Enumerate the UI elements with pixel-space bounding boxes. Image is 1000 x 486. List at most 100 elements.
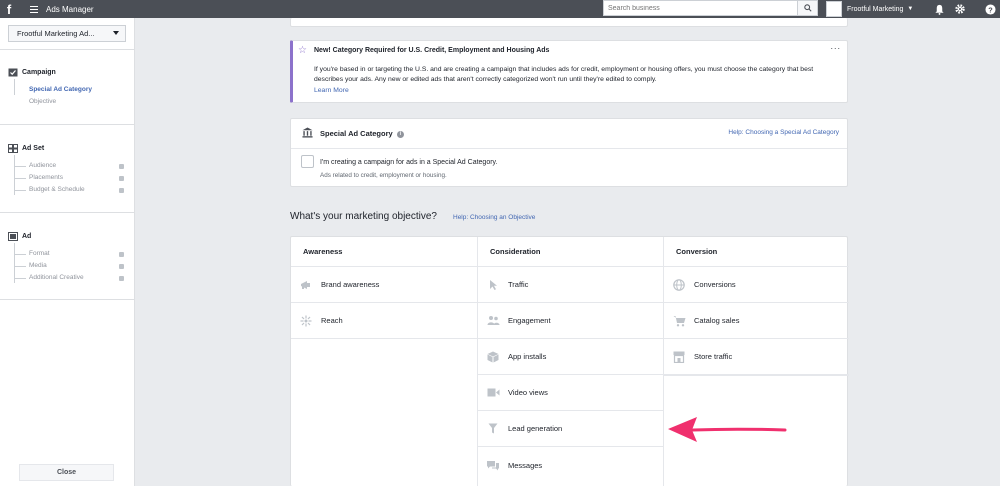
consideration-column: Consideration Traffic Engagement App ins… (477, 237, 663, 486)
notifications-button[interactable] (932, 2, 946, 16)
objective-video-views[interactable]: Video views (478, 375, 663, 411)
help-special-ad-category-link[interactable]: Help: Choosing a Special Ad Category (728, 129, 839, 136)
sidebar: Frootful Marketing Ad... Campaign Specia… (0, 18, 135, 486)
question-icon: ? (984, 3, 996, 15)
objective-reach[interactable]: Reach (291, 303, 477, 339)
sidebar-section-ad-set[interactable]: Ad Set (8, 144, 44, 153)
video-icon (486, 386, 500, 400)
special-ad-category-title: Special Ad Category i (320, 129, 404, 138)
column-divider (664, 375, 849, 376)
sidebar-item-objective[interactable]: Objective (29, 98, 56, 105)
ad-set-icon (8, 144, 18, 153)
column-header-awareness: Awareness (291, 237, 477, 267)
box-icon (486, 350, 500, 364)
notice-body: If you're based in or targeting the U.S.… (314, 66, 814, 83)
sidebar-item-media: Media (29, 262, 47, 269)
lock-icon (119, 252, 124, 257)
store-icon (672, 350, 686, 364)
funnel-icon (486, 422, 500, 436)
previous-card (290, 18, 848, 27)
divider (0, 124, 135, 125)
chevron-down-icon: ▼ (907, 6, 914, 12)
info-icon[interactable]: i (396, 130, 404, 138)
sidebar-section-label: Ad (22, 233, 32, 240)
objective-label: Conversions (694, 280, 736, 289)
lock-icon (119, 264, 124, 269)
objective-store-traffic[interactable]: Store traffic (664, 339, 849, 375)
lock-icon (119, 176, 124, 181)
objective-label: Lead generation (508, 424, 563, 433)
objective-catalog-sales[interactable]: Catalog sales (664, 303, 849, 339)
lock-icon (119, 164, 124, 169)
objective-label: Reach (321, 316, 343, 325)
objective-label: Store traffic (694, 352, 733, 361)
objective-brand-awareness[interactable]: Brand awareness (291, 267, 477, 303)
sidebar-item-special-ad-category[interactable]: Special Ad Category (29, 86, 92, 93)
tree-line (14, 155, 15, 195)
special-ad-category-checkbox-label[interactable]: I'm creating a campaign for ads in a Spe… (320, 159, 497, 166)
objective-label: Catalog sales (694, 316, 740, 325)
megaphone-icon (299, 278, 313, 292)
objective-app-installs[interactable]: App installs (478, 339, 663, 375)
objective-lead-generation[interactable]: Lead generation (478, 411, 663, 447)
help-button[interactable]: ? (983, 2, 997, 16)
cart-icon (672, 314, 686, 328)
ad-account-select-label: Frootful Marketing Ad... (17, 29, 95, 38)
cursor-icon (486, 278, 500, 292)
svg-text:?: ? (988, 5, 993, 14)
sidebar-section-label: Ad Set (22, 145, 45, 152)
help-choosing-objective-link[interactable]: Help: Choosing an Objective (453, 214, 535, 221)
objective-grid: Awareness Brand awareness Reach Consider… (290, 236, 849, 486)
divider (0, 299, 135, 300)
gear-icon (955, 4, 965, 14)
objective-heading: What's your marketing objective? (290, 211, 437, 222)
sidebar-section-label: Campaign (22, 69, 56, 76)
sidebar-section-ad[interactable]: Ad (8, 232, 31, 241)
menu-icon[interactable] (30, 5, 38, 13)
sidebar-item-audience: Audience (29, 162, 57, 169)
more-options-icon[interactable]: ... (830, 41, 841, 51)
tree-tick (14, 266, 26, 267)
category-notice: ☆ New! Category Required for U.S. Credit… (290, 40, 848, 103)
objective-messages[interactable]: Messages (478, 447, 663, 483)
special-ad-category-checkbox[interactable] (301, 155, 314, 168)
close-button[interactable]: Close (19, 464, 114, 481)
sidebar-item-format: Format (29, 250, 50, 257)
search-input[interactable] (604, 1, 797, 15)
facebook-logo-icon[interactable]: f (0, 0, 18, 18)
account-name: Frootful Marketing (847, 5, 904, 13)
sidebar-section-campaign[interactable]: Campaign (8, 68, 56, 77)
settings-button[interactable] (953, 2, 967, 16)
objective-label: App installs (508, 352, 547, 361)
special-ad-category-card: Special Ad Category i Help: Choosing a S… (290, 118, 848, 187)
app-title: Ads Manager (46, 4, 94, 14)
objective-conversions[interactable]: Conversions (664, 267, 849, 303)
star-icon: ☆ (298, 45, 307, 56)
objective-label: Brand awareness (321, 280, 380, 289)
divider (0, 212, 135, 213)
lock-icon (119, 188, 124, 193)
conversion-column: Conversion Conversions Catalog sales Sto… (663, 237, 849, 486)
tree-line (14, 243, 15, 283)
objective-label: Messages (508, 460, 543, 470)
special-ad-category-description: Ads related to credit, employment or hou… (320, 172, 447, 179)
objective-label: Engagement (508, 316, 551, 325)
learn-more-link[interactable]: Learn More (314, 87, 349, 94)
search-box (603, 0, 818, 16)
ad-account-select[interactable]: Frootful Marketing Ad... (8, 25, 126, 42)
awareness-column: Awareness Brand awareness Reach (291, 237, 477, 486)
objective-traffic[interactable]: Traffic (478, 267, 663, 303)
sidebar-item-additional-creative: Additional Creative (29, 274, 84, 281)
bank-icon (302, 127, 313, 138)
column-header-consideration: Consideration (478, 237, 663, 267)
special-ad-category-title-text: Special Ad Category (320, 129, 393, 138)
search-button[interactable] (797, 1, 817, 15)
account-switcher[interactable]: Frootful Marketing ▼ (826, 0, 913, 18)
tree-line (14, 79, 15, 95)
objective-label: Video views (508, 388, 548, 397)
tree-tick (14, 166, 26, 167)
objective-engagement[interactable]: Engagement (478, 303, 663, 339)
tree-tick (14, 254, 26, 255)
reach-icon (299, 314, 313, 328)
chevron-down-icon (113, 31, 119, 35)
